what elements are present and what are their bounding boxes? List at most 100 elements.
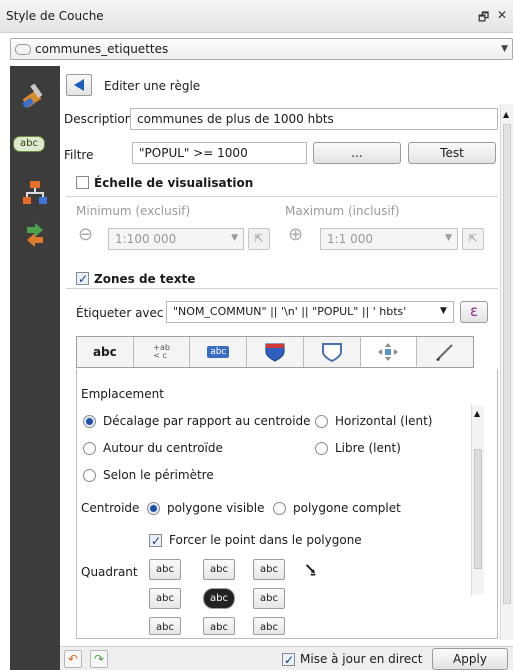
tab-rendering[interactable] <box>417 337 473 367</box>
option-horizontal: Horizontal (lent) <box>335 414 433 428</box>
layer-select-value: communes_etiquettes <box>35 42 169 56</box>
current-scale-button-max[interactable]: ⇱ <box>462 228 484 250</box>
radio-free[interactable] <box>315 442 328 455</box>
separator <box>66 288 498 289</box>
filter-input[interactable]: "POPUL" >= 1000 <box>132 142 307 164</box>
placement-section-title: Emplacement <box>81 387 164 401</box>
placement-panel: Emplacement Décalage par rapport au cent… <box>76 369 498 639</box>
labels-group-title: Zones de texte <box>94 272 196 286</box>
description-input[interactable]: communes de plus de 1000 hbts <box>130 108 498 130</box>
min-scale-combo[interactable]: 1:100 000 ▼ <box>108 228 244 250</box>
tab-text[interactable]: abc <box>77 337 134 367</box>
chevron-down-icon: ▼ <box>501 44 508 54</box>
option-visible-polygon: polygone visible <box>167 501 265 515</box>
scroll-up-icon: ▲ <box>503 110 510 119</box>
scroll-thumb[interactable] <box>503 124 511 604</box>
quadrant-bottom-right[interactable]: abc <box>253 617 285 635</box>
refactor-icon[interactable] <box>18 218 52 252</box>
redo-icon[interactable]: ↷ <box>90 650 108 668</box>
undo-icon[interactable]: ↶ <box>64 650 82 668</box>
rendering-icon <box>436 344 453 361</box>
style-sidebar <box>10 66 60 670</box>
scale-group-title: Échelle de visualisation <box>94 176 254 190</box>
radio-visible-polygon[interactable] <box>147 502 160 515</box>
footer-bar: ↶ ↷ Mise à jour en direct Apply <box>60 646 513 670</box>
title-bar: Style de Couche 🗗 ✕ <box>0 0 513 33</box>
radio-around-centroid[interactable] <box>83 442 96 455</box>
option-free: Libre (lent) <box>335 441 401 455</box>
tab-buffer[interactable]: abc <box>190 337 248 367</box>
separator <box>66 196 498 197</box>
live-update-checkbox[interactable] <box>282 653 295 666</box>
label-expression-value: "NOM_COMMUN" || '\n' || "POPUL" || ' hbt… <box>173 305 407 318</box>
radio-horizontal[interactable] <box>315 415 328 428</box>
restore-icon[interactable]: 🗗 <box>478 8 489 29</box>
force-inside-checkbox[interactable] <box>149 534 162 547</box>
expression-button[interactable]: ε <box>460 301 488 323</box>
quadrant-bottom-left[interactable]: abc <box>149 617 181 635</box>
back-arrow-icon <box>74 79 84 91</box>
quadrant-left[interactable]: abc <box>149 588 181 609</box>
radio-whole-polygon[interactable] <box>273 502 286 515</box>
scale-checkbox[interactable] <box>76 176 89 189</box>
scroll-up-icon: ▲ <box>474 409 481 418</box>
option-offset-centroid: Décalage par rapport au centroide <box>103 414 311 428</box>
formatting-icon: +ab < c <box>153 343 170 360</box>
polygon-layer-icon <box>15 44 31 55</box>
rules-tree-icon[interactable] <box>18 176 52 210</box>
quadrant-bottom[interactable]: abc <box>203 617 235 635</box>
max-scale-value: 1:1 000 <box>327 232 374 246</box>
window-title: Style de Couche <box>6 9 104 23</box>
quadrant-center[interactable]: abc <box>203 588 235 609</box>
tab-shadow[interactable] <box>304 337 361 367</box>
description-label: Description <box>64 112 133 126</box>
main-scrollbar[interactable]: ▲ <box>500 104 513 640</box>
quadrant-top-right[interactable]: abc <box>253 559 285 580</box>
shadow-icon <box>321 343 342 362</box>
filter-expression-button[interactable]: ... <box>313 142 401 164</box>
label-rule-icon: abc <box>13 136 45 152</box>
placement-scrollbar[interactable]: ▲ <box>471 405 484 595</box>
text-icon: abc <box>92 345 117 359</box>
placement-icon <box>378 342 399 361</box>
chevron-down-icon: ▼ <box>231 233 238 243</box>
tab-placement[interactable] <box>360 337 418 367</box>
chevron-down-icon: ▼ <box>445 233 452 243</box>
label-expression-combo[interactable]: "NOM_COMMUN" || '\n' || "POPUL" || ' hbt… <box>166 301 454 323</box>
max-scale-combo[interactable]: 1:1 000 ▼ <box>320 228 458 250</box>
force-inside-label: Forcer le point dans le polygone <box>169 533 362 547</box>
quadrant-label: Quadrant <box>81 565 138 579</box>
min-scale-label: Minimum (exclusif) <box>76 204 191 218</box>
centroid-label: Centroide <box>81 501 140 515</box>
close-icon[interactable]: ✕ <box>497 8 507 22</box>
quadrant-top[interactable]: abc <box>203 559 235 580</box>
label-settings-tabs: abc +ab < c abc <box>76 336 474 368</box>
option-around-centroid: Autour du centroïde <box>103 441 223 455</box>
option-whole-polygon: polygone complet <box>293 501 401 515</box>
max-scale-label: Maximum (inclusif) <box>285 204 400 218</box>
live-update-label: Mise à jour en direct <box>300 652 423 666</box>
chevron-down-icon: ▼ <box>440 306 447 316</box>
option-perimeter: Selon le périmètre <box>103 468 214 482</box>
rule-header: Editer une règle <box>104 79 201 93</box>
tab-formatting[interactable]: +ab < c <box>134 337 191 367</box>
brush-icon[interactable] <box>18 78 52 112</box>
current-scale-button[interactable]: ⇱ <box>248 228 270 250</box>
back-button[interactable] <box>66 74 92 96</box>
scroll-thumb[interactable] <box>474 449 482 569</box>
apply-button[interactable]: Apply <box>432 648 508 670</box>
quadrant-right[interactable]: abc <box>253 588 285 609</box>
filter-label: Filtre <box>64 148 94 162</box>
radio-perimeter[interactable] <box>83 469 96 482</box>
test-button[interactable]: Test <box>408 142 496 164</box>
tab-background[interactable] <box>247 337 304 367</box>
zoom-in-icon: ⊕ <box>288 224 304 245</box>
background-shield-icon <box>265 343 285 362</box>
label-with-label: Étiqueter avec <box>76 306 164 320</box>
layer-select[interactable]: communes_etiquettes ▼ <box>10 38 513 60</box>
labels-checkbox[interactable] <box>76 272 89 285</box>
min-scale-value: 1:100 000 <box>115 232 177 246</box>
quadrant-top-left[interactable]: abc <box>149 559 181 580</box>
radio-offset-centroid[interactable] <box>83 415 96 428</box>
buffer-icon: abc <box>207 346 230 358</box>
